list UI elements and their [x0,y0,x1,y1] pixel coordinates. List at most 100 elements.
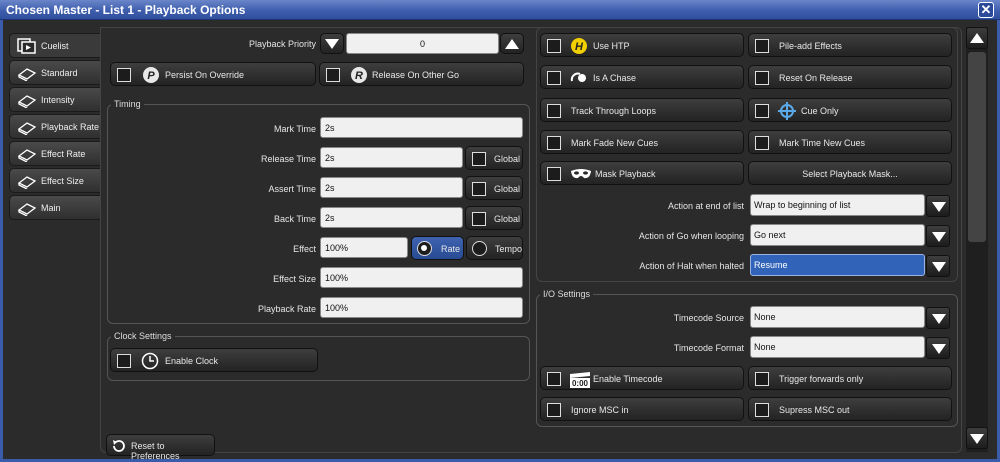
global-label: Global [494,214,521,224]
back-time-global-toggle[interactable]: Global [465,206,523,230]
effect-input[interactable]: 100% [320,237,408,258]
priority-value[interactable]: 0 [346,33,499,54]
checkbox [755,403,769,417]
mark-time-new-label: Mark Time New Cues [779,138,866,148]
checkbox [472,212,486,226]
halt-halted-dropdown[interactable]: Resume [750,254,950,277]
go-looping-label: Action of Go when looping [638,231,744,241]
mark-time-new-cues-toggle[interactable]: Mark Time New Cues [748,130,952,154]
effect-size-label: Effect Size [273,274,316,284]
is-a-chase-toggle[interactable]: Is A Chase [540,65,744,89]
end-of-list-value: Wrap to beginning of list [754,200,851,210]
track-through-loops-toggle[interactable]: Track Through Loops [540,98,744,122]
chevron-down-icon[interactable] [926,255,950,277]
rate-label: Rate [441,244,461,254]
tab-main[interactable]: Main [9,195,101,220]
tab-cuelist[interactable]: Cuelist [9,33,101,58]
cue-only-toggle[interactable]: Cue Only [748,98,952,122]
chevron-down-icon[interactable] [926,307,950,329]
checkbox [547,403,561,417]
track-loops-label: Track Through Loops [571,106,657,116]
tab-intensity[interactable]: Intensity [9,87,101,112]
priority-increase-button[interactable] [500,33,524,54]
tab-label: Effect Rate [41,149,86,159]
supress-msc-out-toggle[interactable]: Supress MSC out [748,397,952,421]
tab-label: Intensity [41,95,75,105]
tab-label: Main [41,203,61,213]
tc-source-label: Timecode Source [673,313,744,323]
ignore-msc-in-toggle[interactable]: Ignore MSC in [540,397,744,421]
tc-source-dropdown[interactable]: None [750,306,950,329]
enable-timecode-toggle[interactable]: 0:00 Enable Timecode [540,366,744,390]
release-label: Release On Other Go [372,70,460,80]
scroll-up-button[interactable] [966,27,988,49]
persist-icon-letter: P [147,70,155,82]
mask-playback-label: Mask Playback [595,169,656,179]
effect-size-input[interactable]: 100% [320,267,523,288]
down-arrow-icon [325,39,339,49]
mask-playback-toggle[interactable]: Mask Playback [540,161,744,185]
go-looping-dropdown[interactable]: Go next [750,224,950,247]
enable-timecode-label: Enable Timecode [593,374,663,384]
mark-time-input[interactable]: 2s [320,117,523,138]
priority-label: Playback Priority [248,39,316,49]
trigger-fwd-label: Trigger forwards only [779,374,864,384]
effect-rate-icon [17,149,37,162]
scrollbar-thumb[interactable] [968,52,986,242]
select-mask-label: Select Playback Mask... [802,169,898,179]
assert-time-global-toggle[interactable]: Global [465,176,523,200]
tab-playback-rate[interactable]: Playback Rate [9,114,101,139]
priority-decrease-button[interactable] [320,33,344,54]
end-of-list-dropdown[interactable]: Wrap to beginning of list [750,194,950,217]
back-time-input[interactable]: 2s [320,207,463,228]
timecode-icon-text: 0:00 [572,379,589,388]
effect-rate-radio[interactable]: Rate [411,236,464,260]
release-time-label: Release Time [260,154,316,164]
title-bar: Chosen Master - List 1 - Playback Option… [0,0,1000,20]
release-on-other-go-toggle[interactable]: R Release On Other Go [319,62,524,86]
release-time-input[interactable]: 2s [320,147,463,168]
assert-time-label: Assert Time [268,184,316,194]
chevron-down-icon[interactable] [926,225,950,247]
pile-add-effects-toggle[interactable]: Pile-add Effects [748,33,952,57]
persist-on-override-toggle[interactable]: P Persist On Override [110,62,316,86]
chase-icon [570,72,586,82]
enable-clock-toggle[interactable]: Enable Clock [110,348,318,372]
mask-icon [571,169,591,179]
reset-to-preferences-button[interactable]: Reset to Preferences [106,434,215,461]
tab-effect-size[interactable]: Effect Size [9,168,101,193]
effect-label: Effect [293,244,316,254]
reset-on-release-toggle[interactable]: Reset On Release [748,65,952,89]
mark-fade-label: Mark Fade New Cues [571,138,659,148]
use-htp-toggle[interactable]: H Use HTP [540,33,744,57]
back-time-label: Back Time [273,214,316,224]
timing-title: Timing [111,99,144,109]
checkbox [472,182,486,196]
release-time-global-toggle[interactable]: Global [465,146,523,170]
mark-fade-new-cues-toggle[interactable]: Mark Fade New Cues [540,130,744,154]
enable-clock-label: Enable Clock [165,356,219,366]
chevron-down-icon[interactable] [926,195,950,217]
playback-rate-input[interactable]: 100% [320,297,523,318]
up-arrow-icon [505,39,519,49]
playback-rate-icon [17,122,37,135]
checkbox [117,68,131,82]
close-icon[interactable]: ✕ [978,2,994,18]
tc-format-dropdown[interactable]: None [750,336,950,359]
reset-release-label: Reset On Release [779,73,853,83]
scroll-down-button[interactable] [966,427,988,449]
global-label: Global [494,184,521,194]
checkbox [472,152,486,166]
assert-time-input[interactable]: 2s [320,177,463,198]
select-playback-mask-button[interactable]: Select Playback Mask... [748,161,952,185]
chevron-down-icon[interactable] [926,337,950,359]
tab-label: Standard [41,68,78,78]
effect-tempo-radio[interactable]: Tempo [466,236,523,260]
trigger-forwards-only-toggle[interactable]: Trigger forwards only [748,366,952,390]
persist-label: Persist On Override [165,70,245,80]
main-icon [17,203,37,216]
tab-standard[interactable]: Standard [9,60,101,85]
checkbox [755,71,769,85]
mark-time-label: Mark Time [273,124,316,134]
tab-effect-rate[interactable]: Effect Rate [9,141,101,166]
